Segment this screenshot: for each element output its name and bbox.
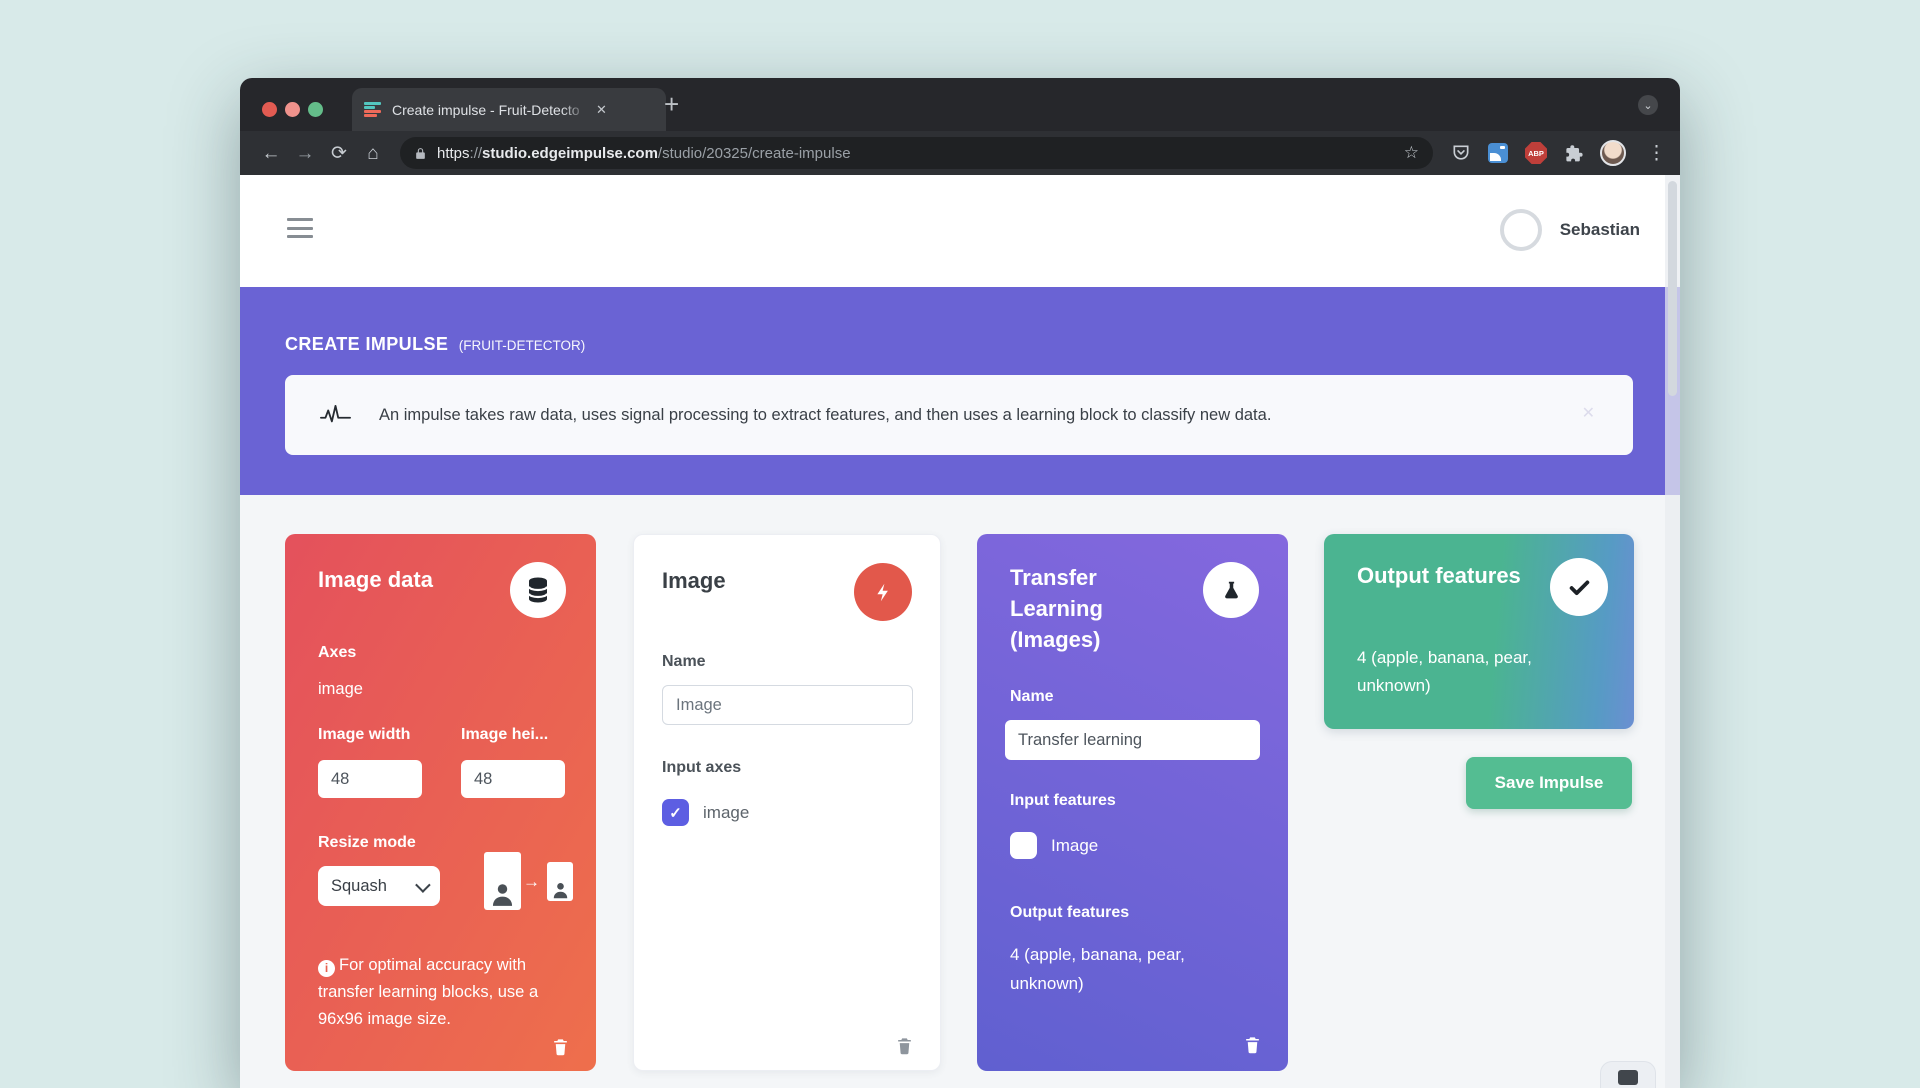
- lightning-icon: [854, 563, 912, 621]
- page-scrollbar[interactable]: [1665, 175, 1680, 1088]
- browser-tab[interactable]: Create impulse - Fruit-Detecto ✕: [352, 88, 666, 131]
- edge-impulse-favicon: [364, 102, 382, 117]
- axes-label: Axes: [318, 644, 356, 662]
- browser-menu-icon[interactable]: ⋮: [1647, 142, 1666, 165]
- window-close-button[interactable]: [262, 102, 277, 117]
- image-width-label: Image width: [318, 726, 410, 744]
- checkbox-label: Image: [1051, 836, 1098, 856]
- tab-search-button[interactable]: ⌄: [1638, 95, 1658, 115]
- note-text: For optimal accuracy with transfer learn…: [318, 956, 538, 1028]
- input-axes-label: Input axes: [662, 759, 741, 777]
- axes-value: image: [318, 680, 363, 699]
- resize-before-thumbnail: [484, 852, 521, 910]
- card-title: Image data: [318, 564, 433, 595]
- site-header: Sebastian: [240, 175, 1680, 287]
- delete-block-icon[interactable]: [1243, 1034, 1262, 1055]
- flask-icon: [1203, 562, 1259, 618]
- create-impulse-banner: CREATE IMPULSE (FRUIT-DETECTOR) An impul…: [240, 287, 1680, 495]
- delete-block-icon[interactable]: [895, 1035, 914, 1056]
- card-transfer-learning: Transfer Learning (Images) Name Input fe…: [977, 534, 1288, 1071]
- pocket-extension-icon[interactable]: [1451, 143, 1471, 163]
- image-axis-checkbox[interactable]: ✓: [662, 799, 689, 826]
- impulse-info-text: An impulse takes raw data, uses signal p…: [379, 406, 1271, 425]
- tab-strip: Create impulse - Fruit-Detecto ✕ + ⌄: [240, 78, 1680, 131]
- check-icon: [1550, 558, 1608, 616]
- block-name-input[interactable]: [1005, 720, 1260, 760]
- card-image-data: Image data Axes image Image width Image …: [285, 534, 596, 1071]
- output-features-label: Output features: [1010, 904, 1129, 922]
- bookmark-star-icon[interactable]: ☆: [1404, 143, 1419, 163]
- chevron-down-icon: [415, 877, 431, 893]
- name-label: Name: [662, 653, 706, 671]
- browser-window: Create impulse - Fruit-Detecto ✕ + ⌄ ← →…: [240, 78, 1680, 1088]
- back-icon[interactable]: ←: [254, 144, 288, 163]
- window-minimize-button[interactable]: [285, 102, 300, 117]
- info-close-icon[interactable]: ✕: [1582, 403, 1595, 423]
- checkbox-label: image: [703, 803, 749, 823]
- url-path: /studio/20325/create-impulse: [658, 145, 851, 162]
- tab-title: Create impulse - Fruit-Detecto: [392, 102, 588, 118]
- hamburger-menu-button[interactable]: [287, 218, 313, 238]
- new-tab-button[interactable]: +: [664, 89, 679, 119]
- input-feature-row: Image: [1010, 832, 1098, 859]
- page-title-text: CREATE IMPULSE: [285, 334, 448, 354]
- block-name-input[interactable]: [662, 685, 913, 725]
- image-height-input[interactable]: [461, 760, 565, 798]
- chat-widget-icon: [1618, 1070, 1638, 1085]
- resize-mode-label: Resize mode: [318, 834, 416, 852]
- optimal-accuracy-note: iFor optimal accuracy with transfer lear…: [318, 952, 546, 1033]
- resize-mode-select[interactable]: Squash: [318, 866, 440, 906]
- extension-area: ABP ⋮: [1451, 140, 1666, 166]
- window-controls: [262, 102, 323, 117]
- browser-profile-avatar[interactable]: [1600, 140, 1626, 166]
- impulse-info-box: An impulse takes raw data, uses signal p…: [285, 375, 1633, 455]
- name-label: Name: [1010, 688, 1054, 706]
- lock-icon: [414, 146, 427, 161]
- scrollbar-thumb[interactable]: [1668, 181, 1677, 396]
- image-feature-checkbox[interactable]: [1010, 832, 1037, 859]
- card-title: Output features: [1357, 560, 1521, 591]
- extensions-puzzle-icon[interactable]: [1564, 144, 1583, 163]
- delete-block-icon[interactable]: [551, 1036, 570, 1057]
- url-scheme: https: [437, 145, 470, 162]
- adblock-extension-icon[interactable]: ABP: [1525, 142, 1547, 164]
- project-name: (FRUIT-DETECTOR): [459, 338, 586, 353]
- user-avatar: [1500, 209, 1542, 251]
- reload-icon[interactable]: ⟳: [322, 144, 356, 163]
- url-domain: studio.edgeimpulse.com: [482, 145, 658, 162]
- home-icon[interactable]: ⌂: [356, 144, 390, 163]
- page-title: CREATE IMPULSE (FRUIT-DETECTOR): [285, 334, 585, 355]
- save-impulse-button[interactable]: Save Impulse: [1466, 757, 1632, 809]
- card-title: Transfer Learning (Images): [1010, 562, 1170, 655]
- image-width-input[interactable]: [318, 760, 422, 798]
- output-features-value: 4 (apple, banana, pear, unknown): [1357, 644, 1587, 700]
- input-axis-row: ✓ image: [662, 799, 749, 826]
- info-icon: i: [318, 960, 335, 977]
- browser-toolbar: ← → ⟳ ⌂ https://studio.edgeimpulse.com/s…: [240, 131, 1680, 175]
- card-output-features: Output features 4 (apple, banana, pear, …: [1324, 534, 1634, 729]
- resize-mode-value: Squash: [331, 877, 387, 896]
- pulse-icon: [320, 404, 351, 426]
- input-features-label: Input features: [1010, 792, 1116, 810]
- chat-widget-button[interactable]: [1600, 1061, 1656, 1088]
- card-title: Image: [662, 565, 726, 596]
- forward-icon[interactable]: →: [288, 144, 322, 163]
- user-menu[interactable]: Sebastian: [1500, 209, 1640, 251]
- user-name: Sebastian: [1560, 220, 1640, 240]
- screenshot-extension-icon[interactable]: [1488, 143, 1508, 163]
- url-separator: ://: [470, 145, 483, 162]
- url-bar[interactable]: https://studio.edgeimpulse.com/studio/20…: [400, 137, 1433, 169]
- image-height-label: Image hei...: [461, 726, 548, 744]
- window-zoom-button[interactable]: [308, 102, 323, 117]
- card-image-block: Image Name Input axes ✓ image: [633, 534, 941, 1071]
- desktop: { "browser": { "tab_title": "Create impu…: [0, 0, 1920, 1080]
- resize-arrow-icon: →: [523, 872, 540, 892]
- database-icon: [510, 562, 566, 618]
- page-content: Sebastian CREATE IMPULSE (FRUIT-DETECTOR…: [240, 175, 1680, 1088]
- tab-close-icon[interactable]: ✕: [596, 102, 607, 118]
- output-features-value: 4 (apple, banana, pear, unknown): [1010, 940, 1250, 998]
- resize-after-thumbnail: [547, 862, 573, 901]
